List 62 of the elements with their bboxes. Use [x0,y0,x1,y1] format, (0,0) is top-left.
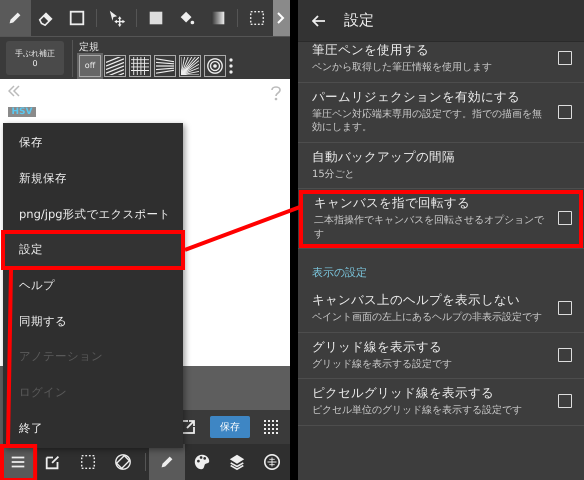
highlight-box [0,444,38,480]
checkbox[interactable] [558,394,572,408]
menu-item[interactable]: 保存 [3,125,183,161]
setting-description: ペンから取得した筆圧情報を使用します [312,61,493,74]
setting-row[interactable]: キャンバス上のヘルプを表示しない ペイント画面の左上にあるヘルプの非表示設定です [298,286,584,332]
setting-row[interactable]: 筆圧ペンを使用する ペンから取得した筆圧情報を使用します [298,36,584,82]
ruler-option[interactable] [129,54,151,76]
setting-row[interactable]: キャンバスを指で回転する 二本指操作でキャンバスを回転させるオプションです [298,189,584,249]
menu-item[interactable]: 新規保存 [3,160,183,196]
menu-item[interactable]: 同期する [3,303,183,340]
checkbox[interactable] [558,348,572,362]
ruler-option[interactable] [104,54,126,76]
setting-title: パームリジェクションを有効にする [312,88,521,106]
move-icon [108,9,126,27]
checkbox[interactable] [558,211,572,225]
setting-description: 二本指操作でキャンバスを回転させるオプションです [314,214,545,241]
back-icon[interactable] [312,14,326,26]
checkbox[interactable] [558,104,572,118]
setting-title: ピクセルグリッド線を表示する [312,385,495,402]
selection-icon [78,453,97,471]
ruler-option[interactable] [154,54,176,76]
fill-icon [147,9,166,27]
setting-row[interactable]: ピクセルグリッド線を表示する ピクセル単位のグリッド線を表示する設定です [298,379,584,426]
setting-description: 筆圧ペン対応端末専用の設定です。指での描画を無効にします。 [312,108,543,134]
chevron-icon [277,12,286,24]
layers-icon [228,453,246,471]
ruler-label: 定規 [79,40,100,54]
ruler-option[interactable] [204,54,226,76]
save-button[interactable]: 保存 [210,416,250,438]
setting-title: キャンバスを指で回転する [314,195,471,212]
setting-title: 自動バックアップの間隔 [312,148,456,166]
setting-description: 15分ごと [312,168,356,181]
more-icon[interactable] [229,58,233,74]
globe-icon [263,453,282,471]
screen-title: 設定 [344,11,374,30]
setting-title: 筆圧ペンを使用する [312,42,430,59]
checkbox[interactable] [558,51,572,66]
setting-row[interactable]: 自動バックアップの間隔 15分ごと [298,142,584,189]
more-tools-button[interactable] [272,0,290,36]
setting-description: グリッド線を表示する設定です [312,358,453,371]
setting-title: キャンバス上のヘルプを表示しない [312,292,521,309]
setting-row[interactable]: グリッド線を表示する グリッド線を表示する設定です [298,332,584,379]
setting-description: ピクセル単位のグリッド線を表示する設定です [312,404,523,418]
ruler-option[interactable]: off [79,54,101,76]
rotate-icon [114,453,132,471]
section-header: 表示の設定 [311,265,368,281]
rectangle-icon [68,9,86,27]
checkbox[interactable] [558,301,572,316]
setting-description: ペイント画面の左上にあるヘルプの非表示設定です [312,311,543,324]
setting-row[interactable]: パームリジェクションを有効にする 筆圧ペン対応端末専用の設定です。指での描画を無効にします。 [298,82,584,142]
menu-item[interactable]: png/jpg形式でエクスポート [3,196,183,232]
ruler-option[interactable] [179,54,201,76]
palette-icon [193,453,212,471]
grid-icon[interactable] [264,420,278,434]
selection-icon [248,9,266,27]
tool-button[interactable] [0,0,31,36]
menu-item[interactable]: ヘルプ [3,268,183,304]
setting-title: グリッド線を表示する [312,338,443,356]
edit-icon [44,453,62,471]
menu-item[interactable]: 終了 [3,410,183,446]
stabilizer-button[interactable]: 手ぶれ補正 0 [6,41,64,75]
menu-item[interactable]: 設定 [3,232,183,268]
